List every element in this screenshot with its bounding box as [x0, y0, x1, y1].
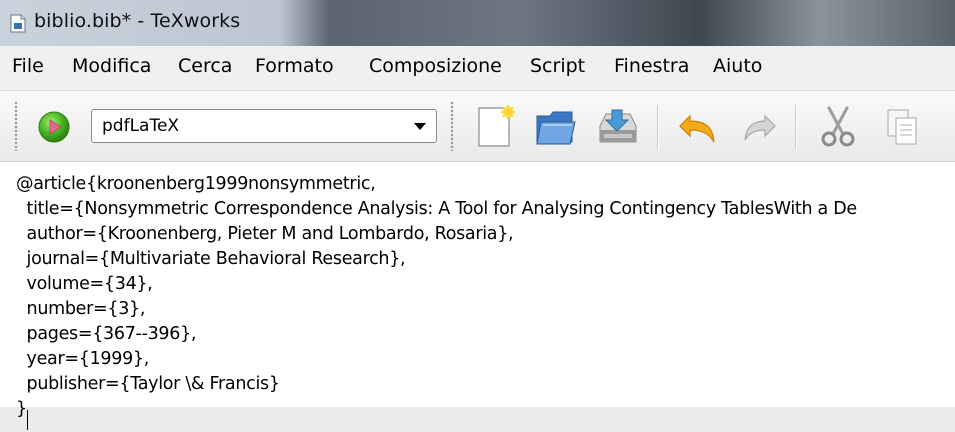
text-cursor [27, 410, 28, 430]
editor-line[interactable]: pages={367--396}, [16, 324, 197, 344]
document-icon [10, 14, 26, 33]
editor-line[interactable]: @article{kroonenberg1999nonsymmetric, [16, 174, 376, 194]
menu-cerca[interactable]: Cerca [178, 55, 232, 77]
editor-line[interactable]: author={Kroonenberg, Pieter M and Lombar… [16, 224, 514, 244]
menu-aiuto[interactable]: Aiuto [713, 55, 762, 77]
toolbar-grip-2[interactable] [450, 101, 454, 151]
menu-script[interactable]: Script [530, 55, 585, 77]
undo-icon[interactable] [676, 104, 722, 150]
editor-area[interactable]: @article{kroonenberg1999nonsymmetric, ti… [0, 162, 955, 432]
toolbar-separator [657, 105, 658, 149]
engine-select[interactable]: pdfLaTeX [91, 109, 437, 143]
toolbar-separator [795, 105, 796, 149]
menu-finestra[interactable]: Finestra [614, 55, 689, 77]
save-icon[interactable] [594, 104, 640, 150]
menu-bar: File Modifica Cerca Formato Composizione… [0, 46, 955, 91]
editor-line[interactable]: number={3}, [16, 299, 146, 319]
editor-line[interactable]: publisher={Taylor \& Francis} [16, 374, 280, 394]
menu-modifica[interactable]: Modifica [72, 55, 151, 77]
editor-line[interactable]: volume={34}, [16, 274, 153, 294]
editor-line[interactable]: journal={Multivariate Behavioral Researc… [16, 249, 406, 269]
typeset-icon[interactable] [38, 111, 70, 143]
menu-file[interactable]: File [12, 55, 44, 77]
engine-select-value: pdfLaTeX [102, 116, 180, 136]
open-folder-icon[interactable] [532, 104, 578, 150]
cut-icon[interactable] [815, 104, 861, 150]
redo-icon[interactable] [735, 104, 781, 150]
toolbar: pdfLaTeX [0, 91, 955, 162]
menu-formato[interactable]: Formato [255, 55, 334, 77]
window-title-bar[interactable]: biblio.bib* - TeXworks [0, 0, 955, 46]
editor-line[interactable]: title={Nonsymmetric Correspondence Analy… [16, 199, 858, 219]
chevron-down-icon [414, 123, 426, 130]
window-title: biblio.bib* - TeXworks [34, 10, 241, 32]
current-line-highlight [0, 407, 955, 432]
editor-line[interactable]: year={1999}, [16, 349, 150, 369]
copy-icon[interactable] [880, 104, 926, 150]
new-document-icon[interactable] [471, 104, 517, 150]
editor-line[interactable]: } [16, 399, 27, 419]
toolbar-grip[interactable] [14, 101, 18, 151]
menu-composizione[interactable]: Composizione [369, 55, 502, 77]
